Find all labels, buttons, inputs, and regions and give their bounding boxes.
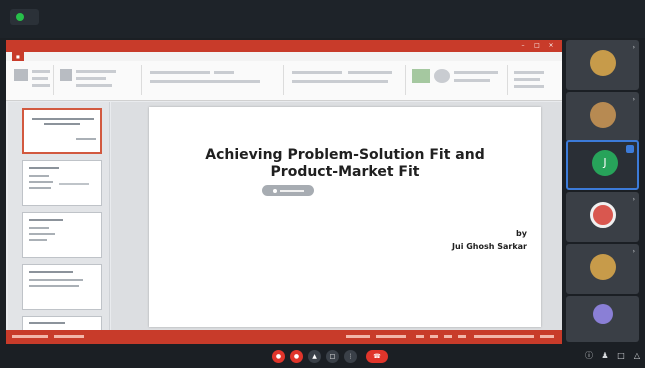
mic-icon[interactable]: ●: [272, 350, 285, 363]
powerpoint-title-bar: – □ ×: [6, 40, 562, 52]
more-options-icon[interactable]: ›: [633, 96, 635, 103]
zoom-slider[interactable]: [474, 335, 534, 338]
slide-thumbnail[interactable]: [22, 108, 102, 154]
ribbon-group-font[interactable]: [144, 65, 284, 95]
ribbon-tabs: ■: [6, 52, 562, 61]
slide-editing-area: Achieving Problem-Solution Fit and Produ…: [111, 102, 562, 330]
participant-tile[interactable]: [566, 296, 639, 342]
avatar: [590, 254, 616, 280]
slide-sorter-icon[interactable]: [430, 335, 438, 338]
byline-author: Jui Ghosh Sarkar: [452, 242, 527, 251]
shared-screen: – □ × ■ Achieving Problem-Solution Fit a…: [6, 40, 562, 344]
participant-tile-active-speaker[interactable]: J: [566, 140, 639, 190]
current-slide[interactable]: Achieving Problem-Solution Fit and Produ…: [149, 107, 541, 327]
chat-panel-icon[interactable]: □: [616, 351, 626, 361]
slideshow-icon[interactable]: [458, 335, 466, 338]
slide-thumbnail[interactable]: [22, 160, 102, 206]
participant-tile[interactable]: ›: [566, 40, 639, 90]
reading-view-icon[interactable]: [444, 335, 452, 338]
ribbon-group-drawing[interactable]: [408, 65, 508, 95]
more-options-icon[interactable]: ›: [633, 44, 635, 51]
ribbon-group-paragraph[interactable]: [286, 65, 406, 95]
activities-icon[interactable]: △: [632, 351, 642, 361]
byline-by: by: [516, 229, 527, 238]
participant-tile[interactable]: ›: [566, 244, 639, 294]
avatar: [590, 202, 616, 228]
slide-thumbnail[interactable]: [22, 264, 102, 310]
file-tab-icon[interactable]: ■: [12, 52, 24, 61]
powerpoint-status-bar: [6, 330, 562, 344]
more-icon[interactable]: ⋮: [344, 350, 357, 363]
window-title: [156, 43, 416, 48]
cursor-tooltip: [262, 185, 314, 196]
presenting-indicator: [10, 9, 39, 25]
ribbon-group-clipboard[interactable]: [10, 65, 54, 95]
slide-title: Achieving Problem-Solution Fit and Produ…: [149, 147, 541, 181]
share-icon[interactable]: ▲: [308, 350, 321, 363]
slide-thumbnail[interactable]: [22, 212, 102, 258]
participant-tile[interactable]: ›: [566, 192, 639, 242]
end-call-icon: ☎: [373, 353, 381, 360]
slide-title-line-2: Product-Market Fit: [270, 164, 420, 180]
avatar: [590, 50, 616, 76]
normal-view-icon[interactable]: [416, 335, 424, 338]
slide-thumbnail[interactable]: [22, 316, 102, 330]
ribbon-group-slides[interactable]: [56, 65, 142, 95]
ribbon-group-editing[interactable]: [510, 65, 558, 95]
participant-tile[interactable]: ›: [566, 92, 639, 142]
info-icon[interactable]: ⓘ: [584, 351, 594, 361]
screen-share-icon: [16, 13, 24, 21]
minimize-icon[interactable]: –: [518, 42, 528, 50]
more-options-icon[interactable]: ›: [633, 248, 635, 255]
avatar: J: [592, 150, 618, 176]
slide-byline: by Jui Ghosh Sarkar: [452, 227, 527, 253]
ribbon: [6, 61, 562, 101]
chat-icon[interactable]: □: [326, 350, 339, 363]
people-icon[interactable]: ♟: [600, 351, 610, 361]
more-options-icon[interactable]: ›: [633, 196, 635, 203]
pin-icon[interactable]: [626, 145, 634, 153]
slide-title-line-1: Achieving Problem-Solution Fit and: [205, 147, 485, 163]
pointer-icon: [272, 188, 277, 193]
end-call-button[interactable]: ☎: [366, 350, 388, 363]
fit-to-window-icon[interactable]: [540, 335, 554, 338]
meeting-top-bar: [0, 0, 645, 38]
avatar: [590, 102, 616, 128]
meeting-controls-bar: ● ● ▲ □ ⋮ ☎ ⓘ ♟ □ △: [0, 346, 645, 368]
camera-icon[interactable]: ●: [290, 350, 303, 363]
close-icon[interactable]: ×: [546, 42, 556, 50]
avatar: [593, 304, 613, 324]
maximize-icon[interactable]: □: [532, 42, 542, 50]
slide-thumbnails-pane[interactable]: [8, 102, 110, 330]
